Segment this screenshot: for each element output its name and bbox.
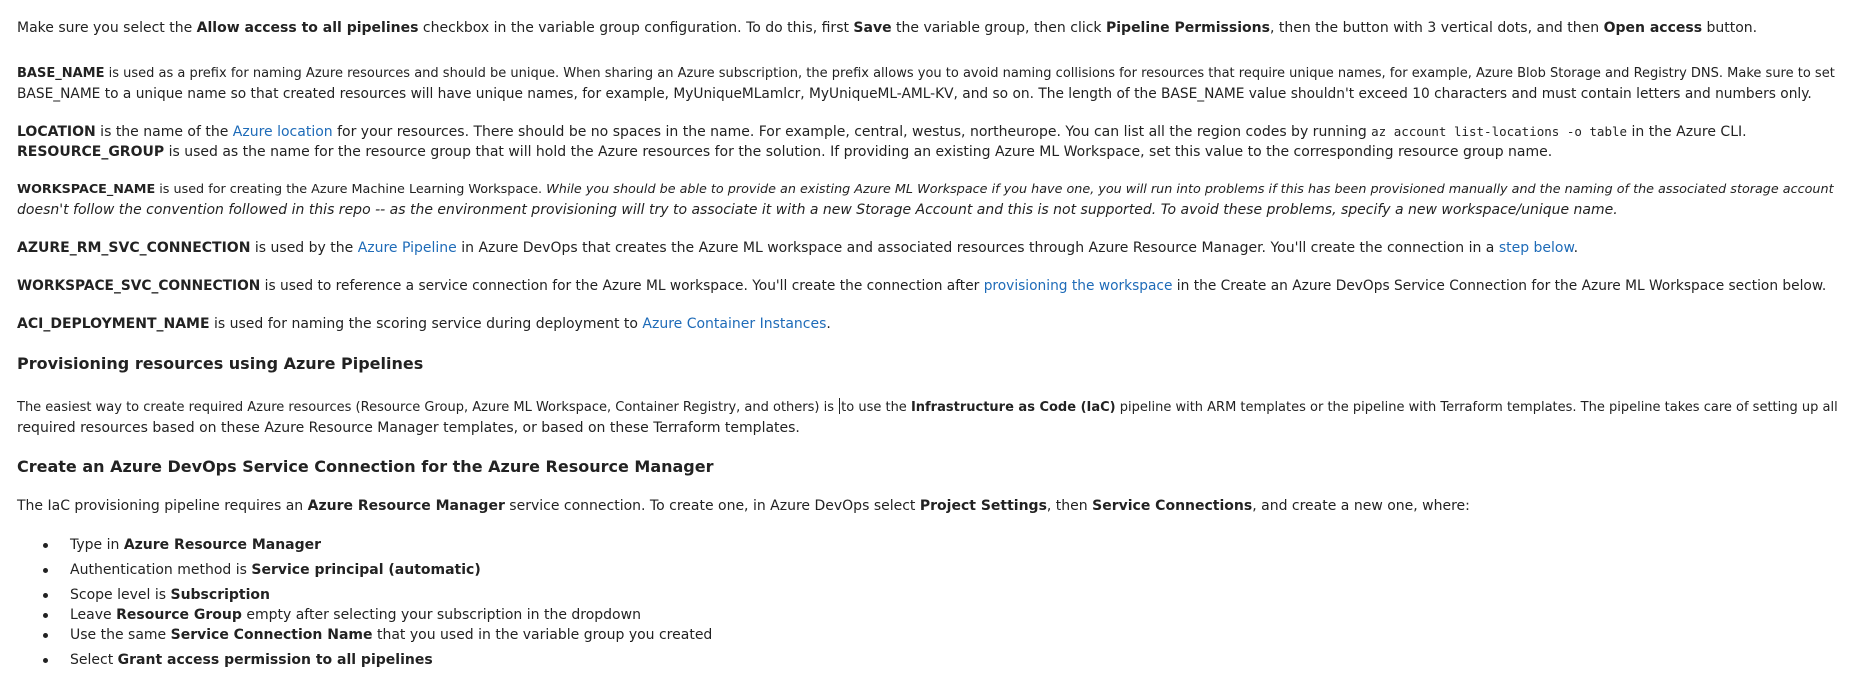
bullet-icon bbox=[43, 658, 48, 663]
list-locations-command: az account list-locations -o table bbox=[1371, 124, 1628, 139]
list-item-text: Authentication method is bbox=[70, 562, 252, 578]
arm-emphasis: Azure Resource Manager bbox=[307, 498, 505, 514]
resource-group-term: RESOURCE_GROUP bbox=[17, 144, 165, 160]
list-item-text: Select bbox=[70, 652, 118, 668]
sc-text-2: service connection. To create one, in Az… bbox=[504, 498, 920, 514]
sc-text-3: , then bbox=[1046, 498, 1093, 514]
text-cursor bbox=[839, 398, 841, 414]
intro-text-5: button. bbox=[1702, 20, 1758, 36]
base-name-term: BASE_NAME bbox=[17, 66, 105, 81]
open-access-emphasis: Open access bbox=[1603, 20, 1703, 36]
resource-group-paragraph: RESOURCE_GROUP is used as the name for t… bbox=[17, 142, 1552, 162]
provisioning-text-3: pipeline with ARM templates or the pipel… bbox=[1115, 400, 1838, 415]
rm-connection-text-2: in Azure DevOps that creates the Azure M… bbox=[456, 240, 1499, 256]
aci-text-2: . bbox=[826, 316, 831, 332]
pipeline-permissions-emphasis: Pipeline Permissions bbox=[1105, 20, 1270, 36]
base-name-line-1: BASE_NAME is used as a prefix for naming… bbox=[17, 64, 1835, 84]
service-connection-heading: Create an Azure DevOps Service Connectio… bbox=[17, 457, 714, 476]
list-item-emphasis: Service principal (automatic) bbox=[251, 562, 481, 578]
provisioning-line-2: required resources based on these Azure … bbox=[17, 420, 800, 436]
location-text-1: is the name of the bbox=[95, 124, 233, 140]
list-item-text-after: that you used in the variable group you … bbox=[372, 627, 713, 643]
rm-connection-text-1: is used by the bbox=[250, 240, 358, 256]
iac-emphasis: Infrastructure as Code (IaC) bbox=[910, 400, 1116, 415]
bullet-icon bbox=[43, 568, 48, 573]
workspace-name-note-2: doesn't follow the convention followed i… bbox=[17, 202, 1618, 218]
workspace-name-text: is used for creating the Azure Machine L… bbox=[155, 182, 547, 197]
aci-paragraph: ACI_DEPLOYMENT_NAME is used for naming t… bbox=[17, 314, 831, 334]
intro-paragraph: Make sure you select the Allow access to… bbox=[17, 18, 1757, 38]
ws-connection-text-1: is used to reference a service connectio… bbox=[260, 278, 984, 294]
step-below-link[interactable]: step below bbox=[1499, 240, 1574, 256]
workspace-name-line-1: WORKSPACE_NAME is used for creating the … bbox=[17, 180, 1834, 200]
document-page: Make sure you select the Allow access to… bbox=[0, 0, 1849, 676]
list-item-emphasis: Grant access permission to all pipelines bbox=[117, 652, 433, 668]
sc-text-1: The IaC provisioning pipeline requires a… bbox=[17, 498, 308, 514]
provisioning-heading: Provisioning resources using Azure Pipel… bbox=[17, 354, 424, 373]
workspace-name-note-1: While you should be able to provide an e… bbox=[546, 182, 1834, 197]
workspace-name-line-2: doesn't follow the convention followed i… bbox=[17, 200, 1618, 220]
intro-text-4: , then the button with 3 vertical dots, … bbox=[1269, 20, 1604, 36]
rm-connection-paragraph: AZURE_RM_SVC_CONNECTION is used by the A… bbox=[17, 238, 1578, 258]
bullet-icon bbox=[43, 543, 48, 548]
service-connection-paragraph: The IaC provisioning pipeline requires a… bbox=[17, 496, 1470, 516]
provisioning-line-1: The easiest way to create required Azure… bbox=[17, 398, 1838, 418]
list-item-text: Leave bbox=[70, 607, 117, 623]
list-item-text: Scope level is bbox=[70, 587, 171, 603]
workspace-name-term: WORKSPACE_NAME bbox=[17, 182, 156, 197]
list-item-emphasis: Subscription bbox=[170, 587, 270, 603]
location-text-2: for your resources. There should be no s… bbox=[332, 124, 1372, 140]
intro-text-1: Make sure you select the bbox=[17, 20, 197, 36]
provisioning-text-2: to use the bbox=[841, 400, 911, 415]
location-paragraph: LOCATION is the name of the Azure locati… bbox=[17, 122, 1747, 142]
azure-container-instances-link[interactable]: Azure Container Instances bbox=[642, 316, 826, 332]
provisioning-workspace-link[interactable]: provisioning the workspace bbox=[984, 278, 1173, 294]
rm-connection-text-3: . bbox=[1573, 240, 1579, 256]
list-item-emphasis: Resource Group bbox=[116, 607, 242, 623]
list-item-text-after: empty after selecting your subscription … bbox=[241, 607, 641, 623]
bullet-icon bbox=[43, 593, 48, 598]
ws-connection-paragraph: WORKSPACE_SVC_CONNECTION is used to refe… bbox=[17, 276, 1826, 296]
allow-access-emphasis: Allow access to all pipelines bbox=[196, 20, 419, 36]
list-item-text: Type in bbox=[70, 537, 124, 553]
bullet-icon bbox=[43, 613, 48, 618]
location-text-3: in the Azure CLI. bbox=[1627, 124, 1747, 140]
rm-connection-term: AZURE_RM_SVC_CONNECTION bbox=[17, 240, 251, 256]
sc-text-4: , and create a new one, where: bbox=[1252, 498, 1470, 514]
project-settings-emphasis: Project Settings bbox=[919, 498, 1047, 514]
bullet-icon bbox=[43, 633, 48, 638]
service-connections-emphasis: Service Connections bbox=[1092, 498, 1253, 514]
provisioning-text-1: The easiest way to create required Azure… bbox=[17, 400, 839, 415]
azure-pipeline-link[interactable]: Azure Pipeline bbox=[358, 240, 457, 256]
list-item-emphasis: Azure Resource Manager bbox=[123, 537, 322, 553]
aci-text-1: is used for naming the scoring service d… bbox=[209, 316, 643, 332]
azure-location-link[interactable]: Azure location bbox=[233, 124, 333, 140]
aci-term: ACI_DEPLOYMENT_NAME bbox=[17, 316, 210, 332]
ws-connection-text-2: in the Create an Azure DevOps Service Co… bbox=[1172, 278, 1827, 294]
list-item-text: Use the same bbox=[70, 627, 171, 643]
resource-group-text: is used as the name for the resource gro… bbox=[164, 144, 1553, 160]
ws-connection-term: WORKSPACE_SVC_CONNECTION bbox=[17, 278, 261, 294]
base-name-text: is used as a prefix for naming Azure res… bbox=[104, 66, 1835, 81]
location-term: LOCATION bbox=[17, 124, 96, 140]
save-emphasis: Save bbox=[853, 20, 892, 36]
intro-text-2: checkbox in the variable group configura… bbox=[418, 20, 854, 36]
list-item-emphasis: Service Connection Name bbox=[170, 627, 373, 643]
base-name-line-2: BASE_NAME to a unique name so that creat… bbox=[17, 86, 1812, 102]
intro-text-3: the variable group, then click bbox=[891, 20, 1106, 36]
